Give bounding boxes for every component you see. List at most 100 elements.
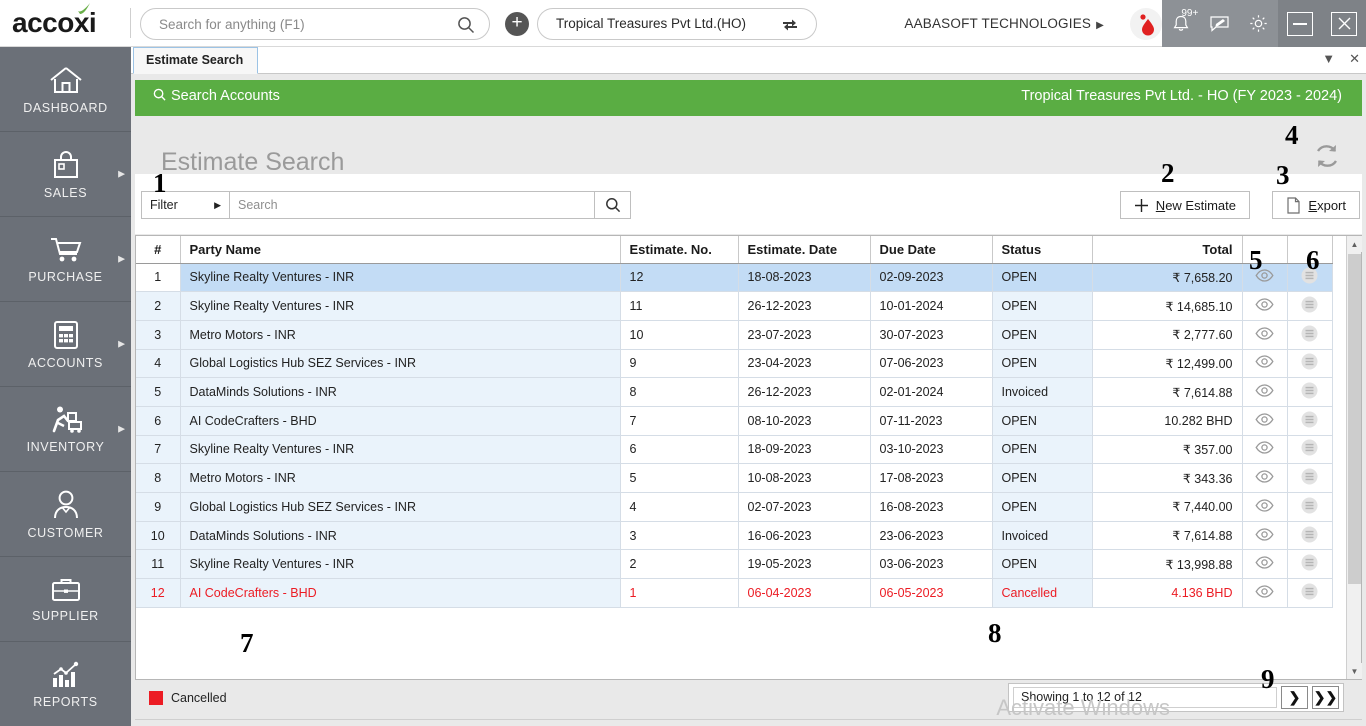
view-icon[interactable] bbox=[1255, 355, 1274, 371]
minimize-button[interactable] bbox=[1287, 12, 1313, 36]
row-view-button[interactable] bbox=[1242, 435, 1287, 464]
tab-estimate-search[interactable]: Estimate Search bbox=[133, 47, 258, 74]
row-view-button[interactable] bbox=[1242, 349, 1287, 378]
menu-icon[interactable] bbox=[1301, 497, 1318, 517]
scrollbar-thumb[interactable] bbox=[1348, 254, 1361, 584]
view-icon[interactable] bbox=[1255, 499, 1274, 515]
sidebar-item-dashboard[interactable]: DASHBOARD bbox=[0, 47, 131, 132]
menu-icon[interactable] bbox=[1301, 382, 1318, 402]
gear-icon[interactable] bbox=[1248, 13, 1269, 34]
row-menu-button[interactable] bbox=[1287, 320, 1332, 349]
view-icon[interactable] bbox=[1255, 528, 1274, 544]
view-icon[interactable] bbox=[1255, 298, 1274, 314]
row-menu-button[interactable] bbox=[1287, 378, 1332, 407]
table-row[interactable]: 12AI CodeCrafters - BHD106-04-202306-05-… bbox=[136, 579, 1332, 608]
add-new-button[interactable]: + bbox=[505, 12, 529, 36]
view-icon[interactable] bbox=[1255, 470, 1274, 486]
switch-branch-icon[interactable] bbox=[780, 15, 800, 35]
row-view-button[interactable] bbox=[1242, 378, 1287, 407]
menu-icon[interactable] bbox=[1301, 439, 1318, 459]
last-page-button[interactable]: ❯❯ bbox=[1312, 686, 1339, 709]
row-menu-button[interactable] bbox=[1287, 406, 1332, 435]
scroll-up-button[interactable]: ▲ bbox=[1347, 236, 1362, 252]
search-icon[interactable] bbox=[457, 16, 475, 34]
next-page-button[interactable]: ❯ bbox=[1281, 686, 1308, 709]
row-menu-button[interactable] bbox=[1287, 435, 1332, 464]
messages-button[interactable] bbox=[1205, 9, 1235, 39]
column-header-index[interactable]: # bbox=[136, 236, 180, 263]
row-view-button[interactable] bbox=[1242, 292, 1287, 321]
table-row[interactable]: 2Skyline Realty Ventures - INR1126-12-20… bbox=[136, 292, 1332, 321]
view-icon[interactable] bbox=[1255, 384, 1274, 400]
tab-close-icon[interactable]: ✕ bbox=[1349, 51, 1360, 67]
menu-icon[interactable] bbox=[1301, 325, 1318, 345]
menu-icon[interactable] bbox=[1301, 296, 1318, 316]
branch-selector[interactable]: Tropical Treasures Pvt Ltd.(HO) bbox=[537, 8, 817, 40]
table-row[interactable]: 7Skyline Realty Ventures - INR618-09-202… bbox=[136, 435, 1332, 464]
row-view-button[interactable] bbox=[1242, 579, 1287, 608]
row-menu-button[interactable] bbox=[1287, 349, 1332, 378]
sidebar-item-inventory[interactable]: INVENTORY ▶ bbox=[0, 387, 131, 472]
row-menu-button[interactable] bbox=[1287, 579, 1332, 608]
row-menu-button[interactable] bbox=[1287, 550, 1332, 579]
search-accounts-link[interactable]: Search Accounts bbox=[153, 88, 280, 104]
sidebar-item-customer[interactable]: CUSTOMER bbox=[0, 472, 131, 557]
column-header-estimate-date[interactable]: Estimate. Date bbox=[738, 236, 870, 263]
company-name-menu[interactable]: AABASOFT TECHNOLOGIES▶ bbox=[904, 16, 1104, 31]
scroll-down-button[interactable]: ▼ bbox=[1347, 663, 1362, 679]
table-row[interactable]: 4Global Logistics Hub SEZ Services - INR… bbox=[136, 349, 1332, 378]
global-search[interactable] bbox=[140, 8, 490, 40]
row-menu-button[interactable] bbox=[1287, 521, 1332, 550]
column-header-due-date[interactable]: Due Date bbox=[870, 236, 992, 263]
table-row[interactable]: 1Skyline Realty Ventures - INR1218-08-20… bbox=[136, 263, 1332, 292]
view-icon[interactable] bbox=[1255, 327, 1274, 343]
search-input[interactable] bbox=[159, 9, 449, 39]
column-header-estimate-no[interactable]: Estimate. No. bbox=[620, 236, 738, 263]
settings-button[interactable] bbox=[1244, 9, 1274, 39]
table-row[interactable]: 9Global Logistics Hub SEZ Services - INR… bbox=[136, 493, 1332, 522]
table-row[interactable]: 3Metro Motors - INR1023-07-202330-07-202… bbox=[136, 320, 1332, 349]
row-view-button[interactable] bbox=[1242, 320, 1287, 349]
row-view-button[interactable] bbox=[1242, 521, 1287, 550]
menu-icon[interactable] bbox=[1301, 554, 1318, 574]
row-view-button[interactable] bbox=[1242, 464, 1287, 493]
export-button[interactable]: Export bbox=[1272, 191, 1360, 219]
row-menu-button[interactable] bbox=[1287, 292, 1332, 321]
table-search-input[interactable] bbox=[230, 192, 594, 218]
avatar[interactable] bbox=[1130, 8, 1162, 40]
search-submit-button[interactable] bbox=[594, 192, 630, 218]
sidebar-item-supplier[interactable]: SUPPLIER bbox=[0, 557, 131, 642]
view-icon[interactable] bbox=[1255, 413, 1274, 429]
new-estimate-button[interactable]: New Estimate bbox=[1120, 191, 1250, 219]
column-header-status[interactable]: Status bbox=[992, 236, 1092, 263]
row-view-button[interactable] bbox=[1242, 550, 1287, 579]
table-row[interactable]: 8Metro Motors - INR510-08-202317-08-2023… bbox=[136, 464, 1332, 493]
row-view-button[interactable] bbox=[1242, 406, 1287, 435]
row-menu-button[interactable] bbox=[1287, 493, 1332, 522]
menu-icon[interactable] bbox=[1301, 583, 1318, 603]
row-view-button[interactable] bbox=[1242, 493, 1287, 522]
column-header-party-name[interactable]: Party Name bbox=[180, 236, 620, 263]
notifications-button[interactable]: 99+ bbox=[1166, 9, 1196, 39]
sidebar-item-accounts[interactable]: ACCOUNTS ▶ bbox=[0, 302, 131, 387]
close-button[interactable] bbox=[1331, 12, 1357, 36]
view-icon[interactable] bbox=[1255, 585, 1274, 601]
menu-icon[interactable] bbox=[1301, 526, 1318, 546]
table-row[interactable]: 10DataMinds Solutions - INR316-06-202323… bbox=[136, 521, 1332, 550]
tab-dropdown-icon[interactable]: ▼ bbox=[1322, 51, 1335, 67]
message-icon[interactable] bbox=[1209, 15, 1230, 33]
table-scrollbar[interactable]: ▲ ▼ bbox=[1346, 236, 1361, 679]
sidebar-item-purchase[interactable]: PURCHASE ▶ bbox=[0, 217, 131, 302]
table-row[interactable]: 5DataMinds Solutions - INR826-12-202302-… bbox=[136, 378, 1332, 407]
menu-icon[interactable] bbox=[1301, 468, 1318, 488]
view-icon[interactable] bbox=[1255, 556, 1274, 572]
refresh-icon[interactable] bbox=[1310, 139, 1344, 173]
menu-icon[interactable] bbox=[1301, 353, 1318, 373]
table-row[interactable]: 11Skyline Realty Ventures - INR219-05-20… bbox=[136, 550, 1332, 579]
sidebar-item-sales[interactable]: SALES ▶ bbox=[0, 132, 131, 217]
refresh-button[interactable] bbox=[1310, 139, 1344, 178]
table-row[interactable]: 6AI CodeCrafters - BHD708-10-202307-11-2… bbox=[136, 406, 1332, 435]
sidebar-item-reports[interactable]: REPORTS bbox=[0, 642, 131, 726]
view-icon[interactable] bbox=[1255, 441, 1274, 457]
menu-icon[interactable] bbox=[1301, 411, 1318, 431]
